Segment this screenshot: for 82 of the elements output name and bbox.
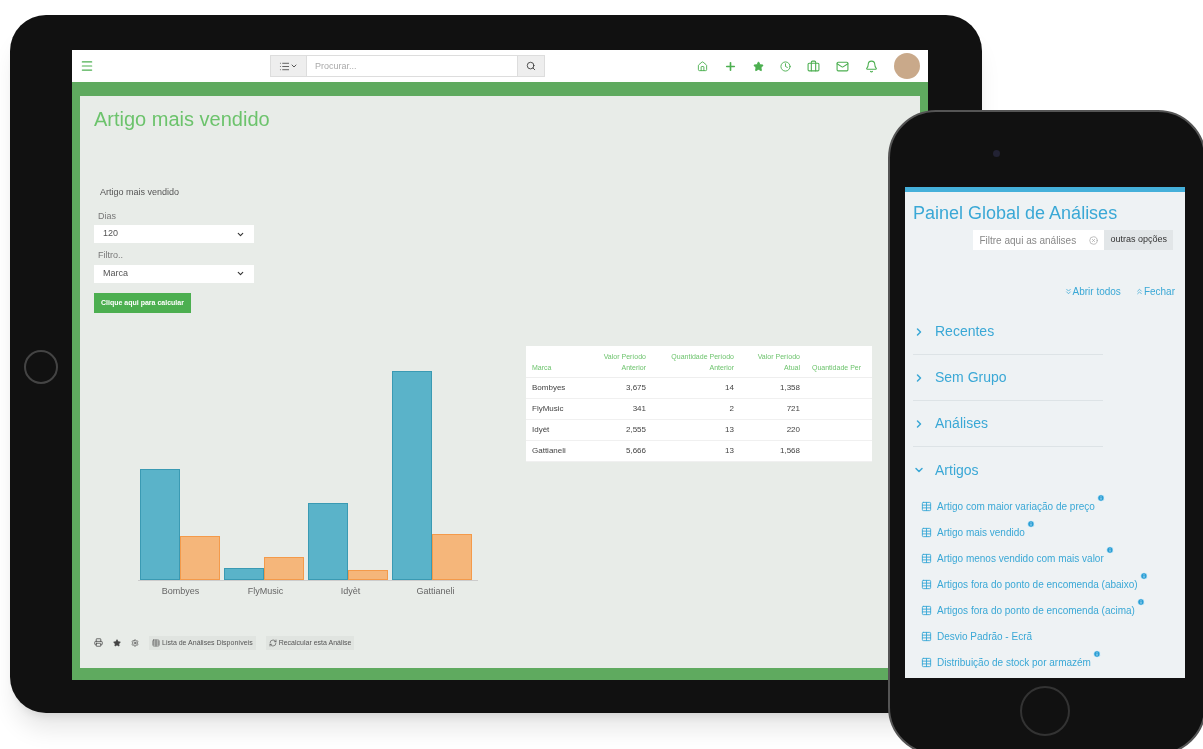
info-icon[interactable] <box>1136 598 1145 606</box>
select-field[interactable]: Marca <box>94 264 254 283</box>
list-icon <box>279 60 290 72</box>
settings-icon[interactable] <box>131 638 139 647</box>
select-field[interactable]: 120 <box>94 225 254 243</box>
axis-label: Bombyes <box>161 584 200 598</box>
caret-icon <box>290 62 298 70</box>
search-field[interactable]: Procurar... <box>307 55 517 77</box>
table-cell-text: 721 <box>785 403 801 415</box>
briefcase-icon[interactable] <box>807 59 820 73</box>
table-cell-text: 2 <box>728 403 735 415</box>
table-icon <box>921 657 932 668</box>
group-header[interactable]: Recentes <box>913 309 1103 355</box>
star-icon[interactable] <box>753 60 764 72</box>
field-label: Dias <box>98 209 117 223</box>
page-title: Artigo mais vendido <box>94 107 271 132</box>
table-cell-text: 1,358 <box>778 382 801 394</box>
table-icon <box>921 579 932 590</box>
double-chevron-down-icon <box>1063 287 1073 296</box>
table-cell-text: FlyMusic <box>531 403 565 415</box>
table-cell-text: 14 <box>724 382 735 394</box>
info-icon[interactable] <box>1139 572 1148 580</box>
clock-icon[interactable] <box>780 60 791 72</box>
info-icon[interactable] <box>1092 650 1101 658</box>
table-icon <box>921 631 932 642</box>
mail-icon[interactable] <box>836 59 849 73</box>
list-icon <box>152 638 160 647</box>
table-cell-text: Gattianeli <box>531 445 567 457</box>
analysis-link[interactable]: Artigos fora do ponto de encomenda (abaixo) <box>921 577 1138 592</box>
info-icon[interactable] <box>1026 520 1035 528</box>
group-header[interactable]: Artigos <box>913 447 1177 493</box>
group-header[interactable]: Análises <box>913 401 1103 447</box>
home-button-drawing <box>24 350 58 384</box>
search-button[interactable] <box>517 55 545 77</box>
expand-all-link[interactable]: Abrir todos <box>1063 284 1121 299</box>
table-cell-text: 3,675 <box>624 382 647 394</box>
group-header[interactable]: Sem Grupo <box>913 355 1103 401</box>
table-icon <box>921 501 932 512</box>
table-cell-text: 220 <box>785 424 801 436</box>
analysis-link[interactable]: Artigos fora do ponto de encomenda (acima) <box>921 603 1135 618</box>
search-icon <box>526 61 536 71</box>
refresh-icon <box>268 638 277 647</box>
list-dropdown-button[interactable] <box>270 55 307 77</box>
bell-icon[interactable] <box>865 59 878 73</box>
filter-field[interactable]: Filtre aqui as análises <box>973 230 1105 250</box>
options-button[interactable]: outras opções <box>1104 230 1173 250</box>
info-icon[interactable] <box>1105 546 1114 554</box>
analysis-link[interactable]: Artigo com maior variação de preço <box>921 499 1095 514</box>
analysis-link[interactable]: Distribuição de stock por armazém <box>921 655 1091 670</box>
analysis-link[interactable]: Artigo menos vendido com mais valor <box>921 551 1104 566</box>
table-cell-text: 13 <box>724 424 735 436</box>
collapse-all-link[interactable]: Fechar <box>1134 284 1175 299</box>
table-cell-text: Bombyes <box>531 382 567 394</box>
printer-icon[interactable] <box>94 638 103 648</box>
plus-icon[interactable] <box>724 59 737 73</box>
table-icon <box>921 605 932 616</box>
table-icon <box>921 527 932 538</box>
double-chevron-up-icon <box>1134 287 1144 296</box>
home-button-drawing <box>1020 686 1070 736</box>
panel-title: Painel Global de Análises <box>913 202 1119 225</box>
table-icon <box>921 553 932 564</box>
caret-icon <box>236 269 245 278</box>
table-cell-text: 341 <box>631 403 647 415</box>
axis-label: FlyMusic <box>247 584 284 598</box>
table-cell-text: 13 <box>724 445 735 457</box>
menu-icon[interactable] <box>80 59 94 73</box>
form-title: Artigo mais vendido <box>100 186 181 199</box>
table-cell-text: 1,568 <box>778 445 801 457</box>
analysis-link[interactable]: Desvio Padrão - Ecrã <box>921 629 1033 644</box>
table-cell-text: 2,555 <box>624 424 647 436</box>
info-icon[interactable] <box>1096 494 1105 502</box>
field-label: Filtro.. <box>98 249 124 262</box>
table-cell-text: 5,666 <box>624 445 647 457</box>
table-cell-text: Idyèt <box>531 424 551 436</box>
analysis-link[interactable]: Artigo mais vendido <box>921 525 1025 540</box>
axis-label: Idyèt <box>340 584 361 598</box>
star-icon[interactable] <box>113 638 121 647</box>
avatar[interactable] <box>894 53 920 79</box>
clear-icon[interactable] <box>1089 235 1099 245</box>
camera-icon <box>993 150 1000 157</box>
home-icon[interactable] <box>697 60 708 72</box>
axis-label: Gattianeli <box>416 584 455 598</box>
